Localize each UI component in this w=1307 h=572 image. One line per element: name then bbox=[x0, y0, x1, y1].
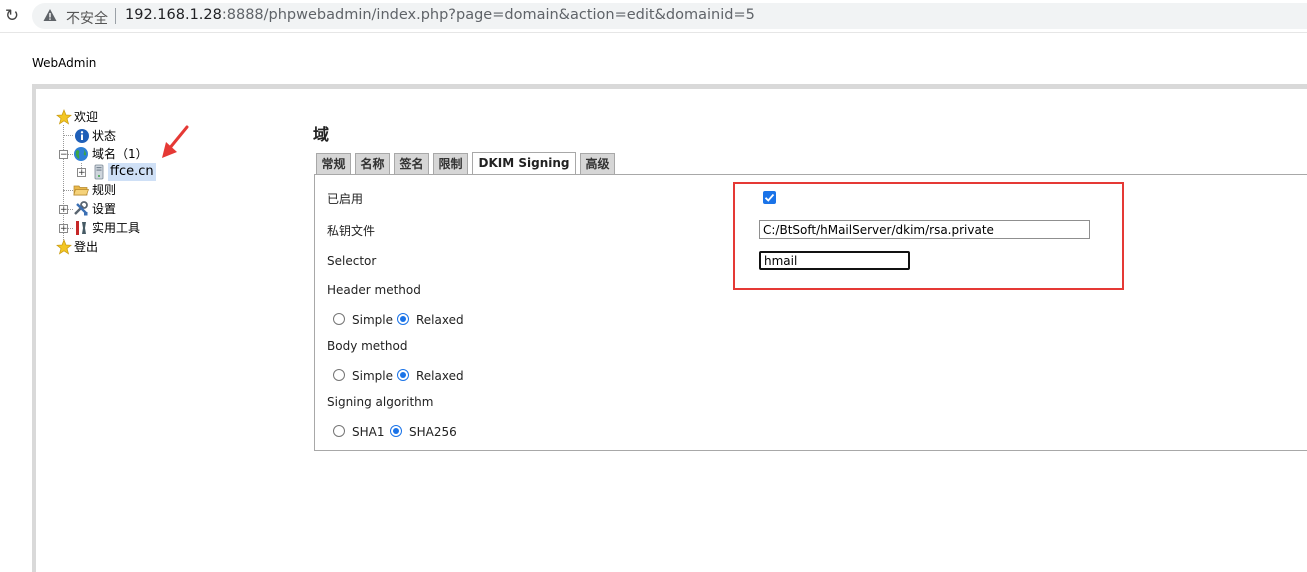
annotation-arrow-icon bbox=[162, 125, 189, 158]
frame-border-left bbox=[32, 84, 36, 572]
signing-algorithm-sha1-radio[interactable] bbox=[333, 425, 345, 437]
tree-label-logout: 登出 bbox=[74, 240, 99, 254]
header-method-relaxed-radio[interactable] bbox=[397, 313, 409, 325]
url-path: :8888/phpwebadmin/index.php?page=domain&… bbox=[221, 7, 755, 23]
header-method-simple-label: Simple bbox=[352, 313, 393, 327]
body-method-relaxed-radio[interactable] bbox=[397, 369, 409, 381]
tab-general[interactable]: 常规 bbox=[316, 153, 351, 174]
annotation-highlight-box bbox=[733, 182, 1124, 290]
utility-tools-icon bbox=[73, 220, 89, 236]
tree-line bbox=[63, 135, 73, 136]
tab-dkim-signing[interactable]: DKIM Signing bbox=[472, 152, 576, 175]
omnibox[interactable]: 不安全 192.168.1.28:8888/phpwebadmin/index.… bbox=[32, 3, 1307, 29]
tree-label-utilities: 实用工具 bbox=[92, 221, 141, 235]
address-bar: ↻ 不安全 192.168.1.28:8888/phpwebadmin/inde… bbox=[0, 0, 1307, 33]
signing-algorithm-sha256-label: SHA256 bbox=[409, 425, 457, 439]
header-method-relaxed-label: Relaxed bbox=[416, 313, 464, 327]
globe-icon bbox=[73, 146, 89, 162]
site-title: WebAdmin bbox=[32, 56, 97, 70]
star-icon bbox=[56, 109, 72, 125]
info-icon bbox=[74, 128, 90, 144]
signing-algorithm-sha256-radio[interactable] bbox=[390, 425, 402, 437]
tab-advanced[interactable]: 高级 bbox=[580, 153, 615, 174]
page-title: 域 bbox=[313, 125, 330, 144]
header-method-label: Header method bbox=[327, 283, 421, 297]
body-method-relaxed-label: Relaxed bbox=[416, 369, 464, 383]
body-method-simple-label: Simple bbox=[352, 369, 393, 383]
omnibox-separator bbox=[115, 8, 116, 24]
tree-label-status: 状态 bbox=[92, 129, 117, 143]
tree-label-settings: 设置 bbox=[92, 202, 117, 216]
frame-border-top bbox=[32, 84, 1307, 89]
expand-icon[interactable]: + bbox=[77, 168, 86, 178]
body-method-simple-radio[interactable] bbox=[333, 369, 345, 381]
tools-icon bbox=[73, 201, 89, 217]
server-icon bbox=[91, 164, 107, 180]
star-icon bbox=[56, 239, 72, 255]
tab-names[interactable]: 名称 bbox=[355, 153, 390, 174]
expand-icon[interactable]: + bbox=[59, 224, 68, 234]
signing-algorithm-label: Signing algorithm bbox=[327, 395, 434, 409]
body-method-label: Body method bbox=[327, 339, 408, 353]
security-label[interactable]: 不安全 bbox=[66, 8, 108, 28]
tab-limits[interactable]: 限制 bbox=[433, 153, 468, 174]
folder-open-icon bbox=[73, 182, 89, 198]
enabled-label: 已启用 bbox=[327, 192, 364, 206]
collapse-icon[interactable]: − bbox=[59, 150, 68, 160]
private-key-label: 私钥文件 bbox=[327, 224, 376, 238]
signing-algorithm-sha1-label: SHA1 bbox=[352, 425, 385, 439]
tab-signature[interactable]: 签名 bbox=[394, 153, 429, 174]
tree-label-domains: 域名（1） bbox=[92, 147, 148, 161]
url-text[interactable]: 192.168.1.28:8888/phpwebadmin/index.php?… bbox=[125, 7, 755, 23]
warning-icon[interactable] bbox=[43, 7, 57, 23]
tree-label-rules: 规则 bbox=[92, 183, 117, 197]
reload-icon[interactable]: ↻ bbox=[2, 6, 22, 26]
tree-label-domain-ffce: ffce.cn bbox=[108, 163, 156, 181]
url-host: 192.168.1.28 bbox=[125, 7, 222, 23]
tree-label-welcome: 欢迎 bbox=[74, 110, 99, 124]
tree-line bbox=[63, 190, 73, 191]
expand-icon[interactable]: + bbox=[59, 205, 68, 215]
selector-label: Selector bbox=[327, 254, 377, 268]
header-method-simple-radio[interactable] bbox=[333, 313, 345, 325]
